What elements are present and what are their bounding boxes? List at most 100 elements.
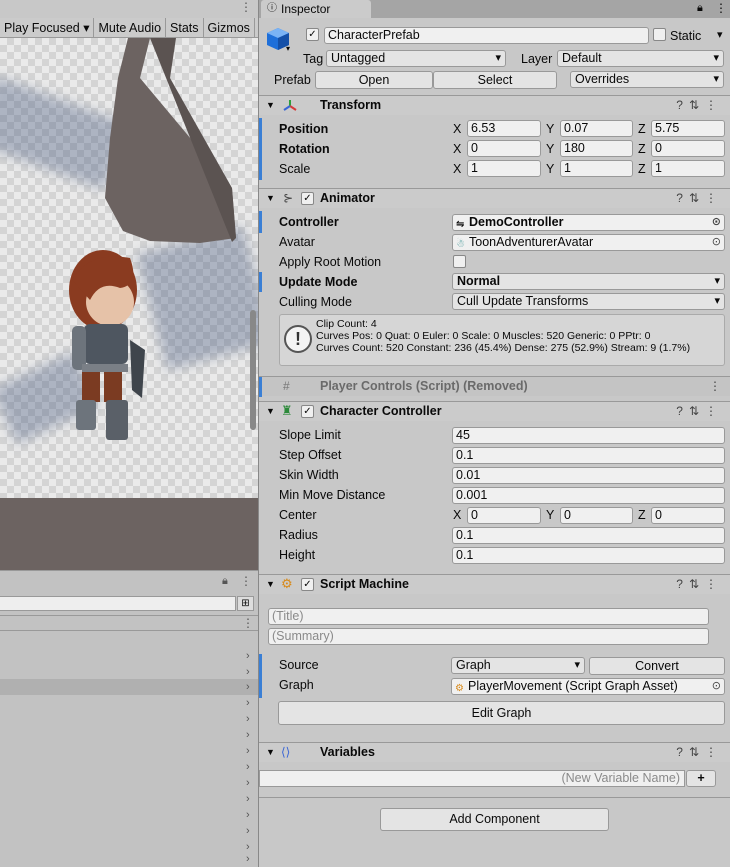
scale-z-field[interactable]: 1 [651, 160, 725, 177]
height-field[interactable]: 0.1 [452, 547, 725, 564]
play-focused-dropdown[interactable]: Play Focused ▾ [0, 17, 95, 38]
chevron-right-icon[interactable]: › [246, 667, 254, 678]
chevron-right-icon[interactable]: › [246, 698, 254, 709]
list-item[interactable]: › [0, 648, 258, 664]
list-item[interactable]: › [0, 791, 258, 807]
list-item[interactable]: › [0, 839, 258, 855]
list-item[interactable]: › [0, 775, 258, 791]
update-mode-dropdown[interactable]: Normal [452, 273, 725, 290]
axis-x-label[interactable]: X [453, 141, 461, 157]
animator-enabled-checkbox[interactable]: ✓ [301, 192, 314, 205]
script-machine-enabled-checkbox[interactable]: ✓ [301, 578, 314, 591]
tag-dropdown[interactable]: Untagged [326, 50, 506, 67]
active-checkbox[interactable]: ✓ [306, 28, 319, 41]
chevron-right-icon[interactable]: › [246, 682, 254, 693]
search-input[interactable] [0, 596, 236, 611]
chevron-right-icon[interactable]: › [246, 810, 254, 821]
object-picker-icon[interactable]: ⊙ [712, 235, 721, 250]
more-options-icon[interactable]: ⋮ [715, 1, 727, 15]
chevron-right-icon[interactable]: › [246, 826, 254, 837]
skin-width-field[interactable]: 0.01 [452, 467, 725, 484]
lock-icon[interactable]: 🔒︎ [222, 575, 228, 588]
component-header-icons[interactable]: ?⇅⋮ [676, 98, 723, 112]
component-header-icons[interactable]: ?⇅⋮ [676, 745, 723, 759]
stats-button[interactable]: Stats [166, 17, 204, 38]
axis-z-label[interactable]: Z [638, 121, 646, 137]
culling-mode-dropdown[interactable]: Cull Update Transforms [452, 293, 725, 310]
object-picker-icon[interactable]: ⊙ [712, 215, 721, 230]
axis-z-label[interactable]: Z [638, 507, 646, 523]
list-item[interactable]: › [0, 664, 258, 680]
add-component-button[interactable]: Add Component [380, 808, 609, 831]
search-toggle-icon[interactable]: ⊞ [237, 596, 254, 611]
axis-y-label[interactable]: Y [546, 507, 554, 523]
list-item[interactable]: › [0, 807, 258, 823]
foldout-icon[interactable]: ▼ [266, 406, 275, 416]
axis-y-label[interactable]: Y [546, 141, 554, 157]
list-item[interactable]: › [0, 823, 258, 839]
convert-button[interactable]: Convert [589, 657, 725, 675]
axis-y-label[interactable]: Y [546, 121, 554, 137]
chevron-down-icon[interactable]: ▾ [286, 44, 290, 53]
more-options-icon[interactable]: ⋮ [240, 574, 252, 588]
animator-header[interactable]: ▼ ⊱ ✓ Animator ?⇅⋮ [259, 188, 730, 208]
chevron-right-icon[interactable]: › [246, 842, 254, 853]
component-header-icons[interactable]: ?⇅⋮ [676, 404, 723, 418]
axis-y-label[interactable]: Y [546, 161, 554, 177]
list-item-selected[interactable]: › [0, 679, 258, 695]
foldout-icon[interactable]: ▼ [266, 579, 275, 589]
edit-graph-button[interactable]: Edit Graph [278, 701, 725, 725]
chevron-right-icon[interactable]: › [246, 746, 254, 757]
list-item[interactable]: › [0, 854, 258, 867]
center-y-field[interactable]: 0 [560, 507, 633, 524]
gizmos-button[interactable]: Gizmos [204, 17, 255, 38]
component-header-icons[interactable]: ?⇅⋮ [676, 577, 723, 591]
min-move-distance-field[interactable]: 0.001 [452, 487, 725, 504]
foldout-icon[interactable]: ▼ [266, 747, 275, 757]
prefab-select-button[interactable]: Select [433, 71, 557, 89]
scale-y-field[interactable]: 1 [560, 160, 633, 177]
rotation-y-field[interactable]: 180 [560, 140, 633, 157]
list-item[interactable]: › [0, 759, 258, 775]
rotation-x-field[interactable]: 0 [467, 140, 541, 157]
chevron-right-icon[interactable]: › [246, 854, 254, 865]
radius-field[interactable]: 0.1 [452, 527, 725, 544]
static-dropdown-icon[interactable]: ▾ [717, 28, 723, 41]
list-item[interactable]: › [0, 711, 258, 727]
list-item[interactable]: › [0, 695, 258, 711]
static-checkbox[interactable] [653, 28, 666, 41]
lock-icon[interactable]: 🔒︎ [697, 2, 703, 15]
object-name-field[interactable]: CharacterPrefab [324, 27, 649, 44]
avatar-field[interactable]: ☃ ToonAdventurerAvatar ⊙ [452, 234, 725, 251]
mute-audio-button[interactable]: Mute Audio [94, 17, 167, 38]
more-options-icon[interactable]: ⋮ [242, 616, 254, 630]
removed-component-header[interactable]: # Player Controls (Script) (Removed) ⋮ [259, 376, 730, 397]
controller-field[interactable]: ⇋ DemoController ⊙ [452, 214, 725, 231]
source-dropdown[interactable]: Graph [451, 657, 585, 674]
game-view[interactable]: ⋮ Play Focused ▾ Mute Audio Stats Gizmos [0, 0, 258, 570]
graph-field[interactable]: ⚙ PlayerMovement (Script Graph Asset) ⊙ [451, 678, 725, 695]
variables-header[interactable]: ▼ ⟨⟩ Variables ?⇅⋮ [259, 742, 730, 762]
position-x-field[interactable]: 6.53 [467, 120, 541, 137]
chevron-right-icon[interactable]: › [246, 794, 254, 805]
center-x-field[interactable]: 0 [467, 507, 541, 524]
foldout-icon[interactable]: ▼ [266, 193, 275, 203]
layer-dropdown[interactable]: Default [557, 50, 724, 67]
axis-x-label[interactable]: X [453, 161, 461, 177]
scale-x-field[interactable]: 1 [467, 160, 541, 177]
transform-header[interactable]: ▼ Transform ?⇅⋮ [259, 95, 730, 115]
rotation-z-field[interactable]: 0 [651, 140, 725, 157]
prefab-overrides-dropdown[interactable]: Overrides [570, 71, 724, 88]
position-y-field[interactable]: 0.07 [560, 120, 633, 137]
chevron-right-icon[interactable]: › [246, 651, 254, 662]
center-z-field[interactable]: 0 [651, 507, 725, 524]
chevron-right-icon[interactable]: › [246, 730, 254, 741]
graph-title-input[interactable]: (Title) [268, 608, 709, 625]
slope-limit-field[interactable]: 45 [452, 427, 725, 444]
axis-x-label[interactable]: X [453, 121, 461, 137]
list-item[interactable]: › [0, 743, 258, 759]
chevron-right-icon[interactable]: › [246, 778, 254, 789]
axis-z-label[interactable]: Z [638, 161, 646, 177]
axis-z-label[interactable]: Z [638, 141, 646, 157]
tab-inspector[interactable]: ⓘ Inspector [261, 0, 371, 18]
